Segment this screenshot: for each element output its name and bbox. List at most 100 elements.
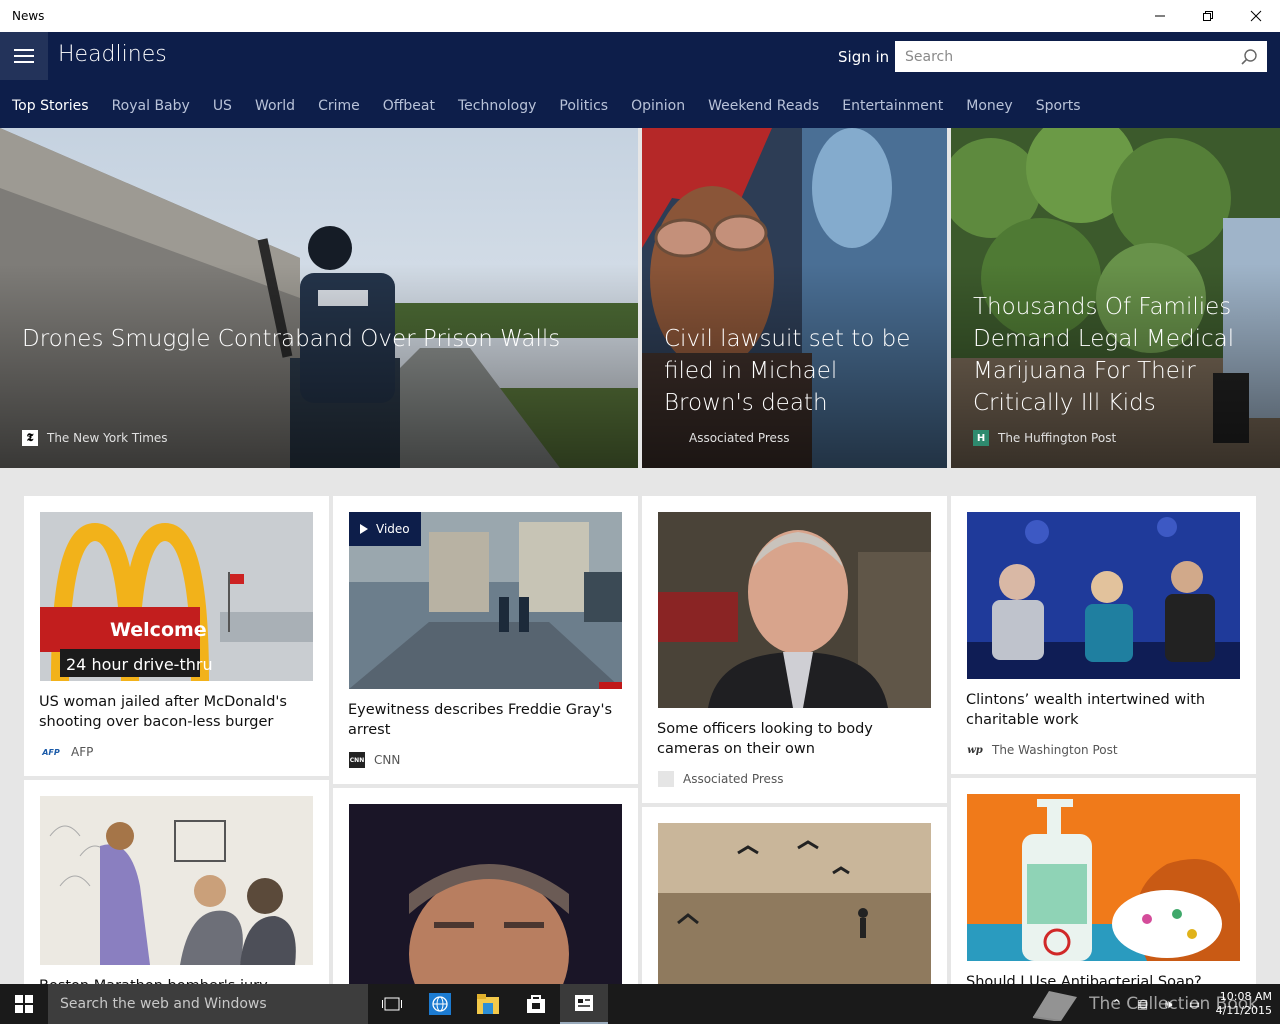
news-card[interactable] — [642, 807, 947, 984]
card-image — [967, 512, 1240, 679]
news-app-icon — [575, 995, 593, 1011]
card-title[interactable]: Should I Use Antibacterial Soap? — [966, 972, 1244, 984]
video-badge: Video — [349, 512, 421, 546]
hero-story[interactable]: Thousands Of Families Demand Legal Medic… — [951, 128, 1280, 468]
tab-entertainment[interactable]: Entertainment — [842, 98, 943, 114]
card-image — [40, 796, 313, 965]
card-source-name: The Washington Post — [992, 743, 1118, 757]
hero-source-name: The New York Times — [47, 431, 168, 445]
news-card[interactable]: Welcome 24 hour drive-thru US woman jail… — [24, 496, 329, 776]
card-image — [658, 512, 931, 708]
hero-source: 𝕿 The New York Times — [22, 430, 168, 446]
ap-logo-icon — [658, 771, 674, 787]
card-title[interactable]: Some officers looking to body cameras on… — [657, 719, 935, 759]
tab-royal-baby[interactable]: Royal Baby — [112, 98, 190, 114]
card-image — [967, 794, 1240, 961]
network-icon[interactable]: ▤ — [1130, 997, 1156, 1011]
card-title[interactable]: Boston Marathon bomber's jury sentencing — [39, 976, 317, 984]
system-tray: ⌃ ▤ 🕪 ▭ 10:08 AM 4/11/2015 — [1104, 984, 1280, 1024]
hamburger-menu-button[interactable] — [0, 32, 48, 80]
action-center-icon[interactable]: ▭ — [1182, 997, 1208, 1011]
svg-text:24 hour drive-thru: 24 hour drive-thru — [66, 655, 213, 674]
close-button[interactable] — [1232, 0, 1280, 32]
tab-crime[interactable]: Crime — [318, 98, 360, 114]
taskbar-search-box[interactable]: Search the web and Windows — [48, 984, 368, 1024]
browser-globe-icon — [429, 993, 451, 1015]
hero-source-name: The Huffington Post — [998, 431, 1117, 445]
card-image — [658, 823, 931, 984]
volume-icon[interactable]: 🕪 — [1156, 997, 1182, 1012]
nyt-logo-icon: 𝕿 — [22, 430, 38, 446]
show-hidden-icons-icon[interactable]: ⌃ — [1104, 997, 1130, 1011]
card-title[interactable]: Clintons’ wealth intertwined with charit… — [966, 690, 1244, 730]
card-source: AFP AFP — [40, 744, 93, 760]
news-card[interactable]: Video Eyewitness describes Freddie Gray'… — [333, 496, 638, 784]
folder-icon — [477, 994, 499, 1014]
hamburger-icon — [14, 49, 34, 63]
news-card[interactable]: Clintons’ wealth intertwined with charit… — [951, 496, 1256, 774]
start-button[interactable] — [0, 984, 48, 1024]
afp-logo-icon: AFP — [42, 747, 60, 757]
card-title[interactable]: Eyewitness describes Freddie Gray's arre… — [348, 700, 626, 740]
video-thumbnail[interactable]: Video — [349, 512, 622, 689]
cnn-logo-icon: CNN — [349, 752, 365, 768]
store-button[interactable] — [512, 984, 560, 1024]
tab-politics[interactable]: Politics — [559, 98, 608, 114]
close-icon — [1250, 10, 1262, 22]
card-source: CNN CNN — [349, 752, 400, 768]
card-image: Welcome 24 hour drive-thru — [40, 512, 313, 681]
hero-source: H The Huffington Post — [973, 430, 1116, 446]
tab-money[interactable]: Money — [966, 98, 1012, 114]
store-bag-icon — [527, 995, 545, 1013]
news-card[interactable]: Some officers looking to body cameras on… — [642, 496, 947, 803]
search-input[interactable] — [895, 42, 1231, 71]
news-app-button[interactable] — [560, 984, 608, 1024]
app-header: Headlines Sign in Top Stories Royal Baby… — [0, 32, 1280, 128]
search-box[interactable] — [895, 41, 1267, 72]
app-title: News — [12, 9, 45, 23]
tab-technology[interactable]: Technology — [458, 98, 536, 114]
windows-logo-icon — [15, 995, 33, 1013]
file-explorer-button[interactable] — [464, 984, 512, 1024]
tab-top-stories[interactable]: Top Stories — [12, 98, 89, 114]
card-source: wp The Washington Post — [967, 742, 1118, 758]
video-label: Video — [376, 522, 410, 536]
news-card[interactable]: Should I Use Antibacterial Soap? — [951, 778, 1256, 984]
hero-story[interactable]: Drones Smuggle Contraband Over Prison Wa… — [0, 128, 638, 468]
restore-icon — [1203, 11, 1213, 21]
taskbar-search-placeholder: Search the web and Windows — [60, 996, 267, 1012]
news-card[interactable] — [333, 788, 638, 984]
clock-time: 10:08 AM — [1219, 990, 1272, 1003]
card-source-name: CNN — [374, 753, 401, 767]
hero-headline[interactable]: Thousands Of Families Demand Legal Medic… — [973, 291, 1262, 419]
restore-button[interactable] — [1184, 0, 1232, 32]
hero-headline[interactable]: Drones Smuggle Contraband Over Prison Wa… — [22, 323, 620, 355]
browser-button[interactable] — [416, 984, 464, 1024]
title-bar: News — [0, 0, 1280, 32]
task-view-button[interactable] — [368, 984, 416, 1024]
minimize-icon — [1155, 15, 1165, 17]
search-icon[interactable] — [1231, 41, 1267, 72]
minimize-button[interactable] — [1136, 0, 1184, 32]
tab-sports[interactable]: Sports — [1036, 98, 1081, 114]
hero-headline[interactable]: Civil lawsuit set to be filed in Michael… — [664, 323, 929, 419]
card-title[interactable]: US woman jailed after McDonald's shootin… — [39, 692, 317, 732]
card-image — [349, 804, 622, 984]
page-title: Headlines — [58, 42, 167, 67]
category-tabs: Top Stories Royal Baby US World Crime Of… — [0, 92, 1104, 120]
tab-opinion[interactable]: Opinion — [631, 98, 685, 114]
sign-in-link[interactable]: Sign in — [838, 48, 889, 66]
ap-logo-icon — [664, 430, 680, 446]
card-source: Associated Press — [658, 771, 783, 787]
clock[interactable]: 10:08 AM 4/11/2015 — [1208, 990, 1280, 1018]
hero-story[interactable]: Civil lawsuit set to be filed in Michael… — [642, 128, 947, 468]
tab-us[interactable]: US — [213, 98, 232, 114]
news-card[interactable]: Boston Marathon bomber's jury sentencing — [24, 780, 329, 984]
book-icon — [1033, 991, 1078, 1021]
clock-date: 4/11/2015 — [1215, 1004, 1272, 1017]
play-icon — [360, 524, 368, 534]
tab-world[interactable]: World — [255, 98, 295, 114]
card-source-name: AFP — [71, 745, 94, 759]
tab-offbeat[interactable]: Offbeat — [383, 98, 435, 114]
tab-weekend-reads[interactable]: Weekend Reads — [708, 98, 819, 114]
